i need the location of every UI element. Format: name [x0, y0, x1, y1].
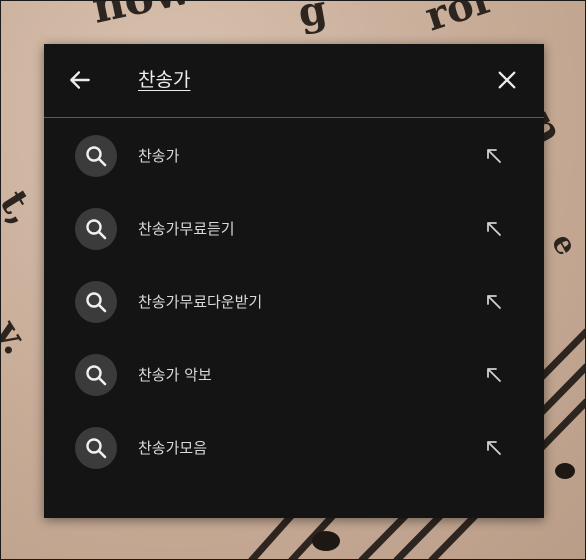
suggestion-label: 찬송가 악보 — [138, 365, 212, 384]
search-icon — [86, 291, 107, 312]
suggestion-icon-circle — [75, 426, 117, 469]
arrow-up-left-icon — [487, 367, 501, 382]
back-button[interactable] — [64, 64, 96, 96]
arrow-up-left-icon — [487, 440, 501, 455]
close-icon — [498, 71, 516, 89]
suggestion-label: 찬송가무료다운받기 — [138, 292, 263, 311]
fill-query-button[interactable] — [482, 363, 506, 387]
suggestion-icon-circle — [75, 353, 117, 396]
arrow-left-icon — [70, 71, 90, 89]
fill-query-button[interactable] — [482, 290, 506, 314]
suggestion-item[interactable]: 찬송가 — [44, 119, 544, 192]
screen-frame: now g ror en t, y. e 찬송가 — [0, 0, 586, 560]
search-icon — [86, 437, 107, 458]
suggestion-item[interactable]: 찬송가모음 — [44, 411, 544, 484]
svg-text:e: e — [544, 228, 584, 262]
suggestion-icon-circle — [75, 207, 117, 250]
svg-text:g: g — [295, 1, 331, 37]
arrow-up-left-icon — [487, 221, 501, 236]
suggestion-item[interactable]: 찬송가 악보 — [44, 338, 544, 411]
svg-text:now: now — [88, 1, 197, 34]
svg-text:t,: t, — [1, 182, 46, 232]
search-panel: 찬송가 찬송가 찬송가무료듣기 찬송가무료다운받기 찬송가 악보 찬송가모음 — [44, 44, 544, 518]
suggestion-item[interactable]: 찬송가무료다운받기 — [44, 265, 544, 338]
search-icon — [86, 145, 107, 166]
suggestion-icon-circle — [75, 134, 117, 177]
fill-query-button[interactable] — [482, 436, 506, 460]
fill-query-button[interactable] — [482, 144, 506, 168]
svg-text:ror: ror — [420, 1, 501, 41]
suggestion-list: 찬송가 찬송가무료듣기 찬송가무료다운받기 찬송가 악보 찬송가모음 — [44, 119, 544, 484]
search-header: 찬송가 — [44, 44, 544, 118]
suggestion-icon-circle — [75, 280, 117, 323]
clear-search-button[interactable] — [492, 65, 522, 95]
search-input[interactable]: 찬송가 — [138, 66, 190, 94]
svg-text:y.: y. — [1, 311, 40, 362]
arrow-up-left-icon — [487, 148, 501, 163]
suggestion-label: 찬송가 — [138, 146, 180, 165]
suggestion-label: 찬송가모음 — [138, 438, 208, 457]
search-icon — [86, 364, 107, 385]
suggestion-item[interactable]: 찬송가무료듣기 — [44, 192, 544, 265]
suggestion-label: 찬송가무료듣기 — [138, 219, 235, 238]
search-icon — [86, 218, 107, 239]
arrow-up-left-icon — [487, 294, 501, 309]
fill-query-button[interactable] — [482, 217, 506, 241]
